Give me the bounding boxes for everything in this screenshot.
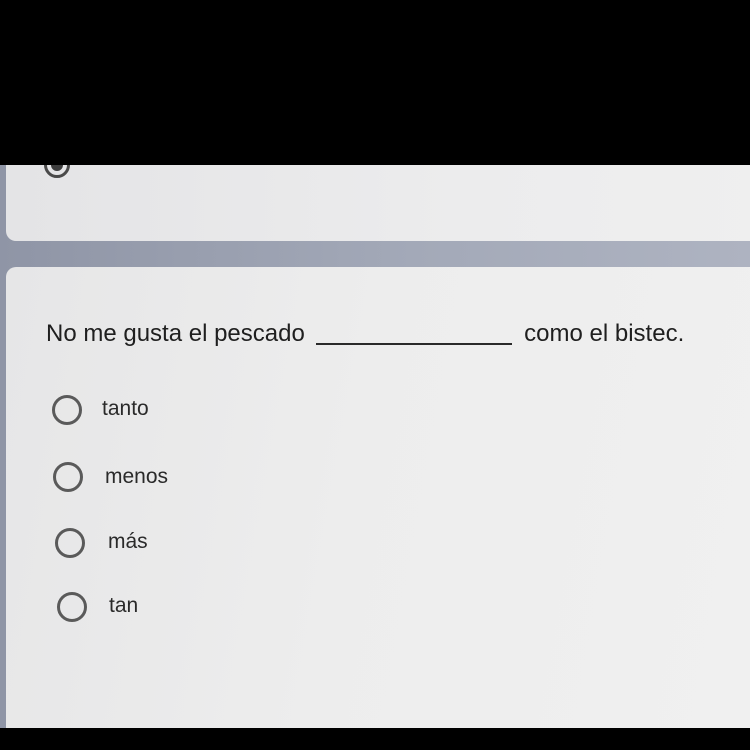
question-card: No me gusta el pescado como el bistec. t… [6,267,750,728]
option-label-menos: menos [105,465,169,488]
radio-mas[interactable] [55,528,85,558]
option-label-mas: más [108,530,148,553]
question-text-after: como el bistec. [524,320,685,347]
question-blank [315,317,512,345]
option-label-tan: tan [109,594,139,617]
radio-tanto[interactable] [52,395,82,425]
previous-selected-label: tantos [98,165,155,167]
radio-selected-tantos[interactable] [44,165,70,178]
radio-menos[interactable] [53,462,83,492]
form-screen: tantos No me gusta el pescado como el bi… [0,165,750,728]
question-text-before: No me gusta el pescado [46,320,305,347]
radio-tan[interactable] [57,592,87,622]
question-text: No me gusta el pescado como el bistec. [46,313,684,348]
option-label-tanto: tanto [102,397,149,420]
previous-question-card: tantos [6,165,750,241]
